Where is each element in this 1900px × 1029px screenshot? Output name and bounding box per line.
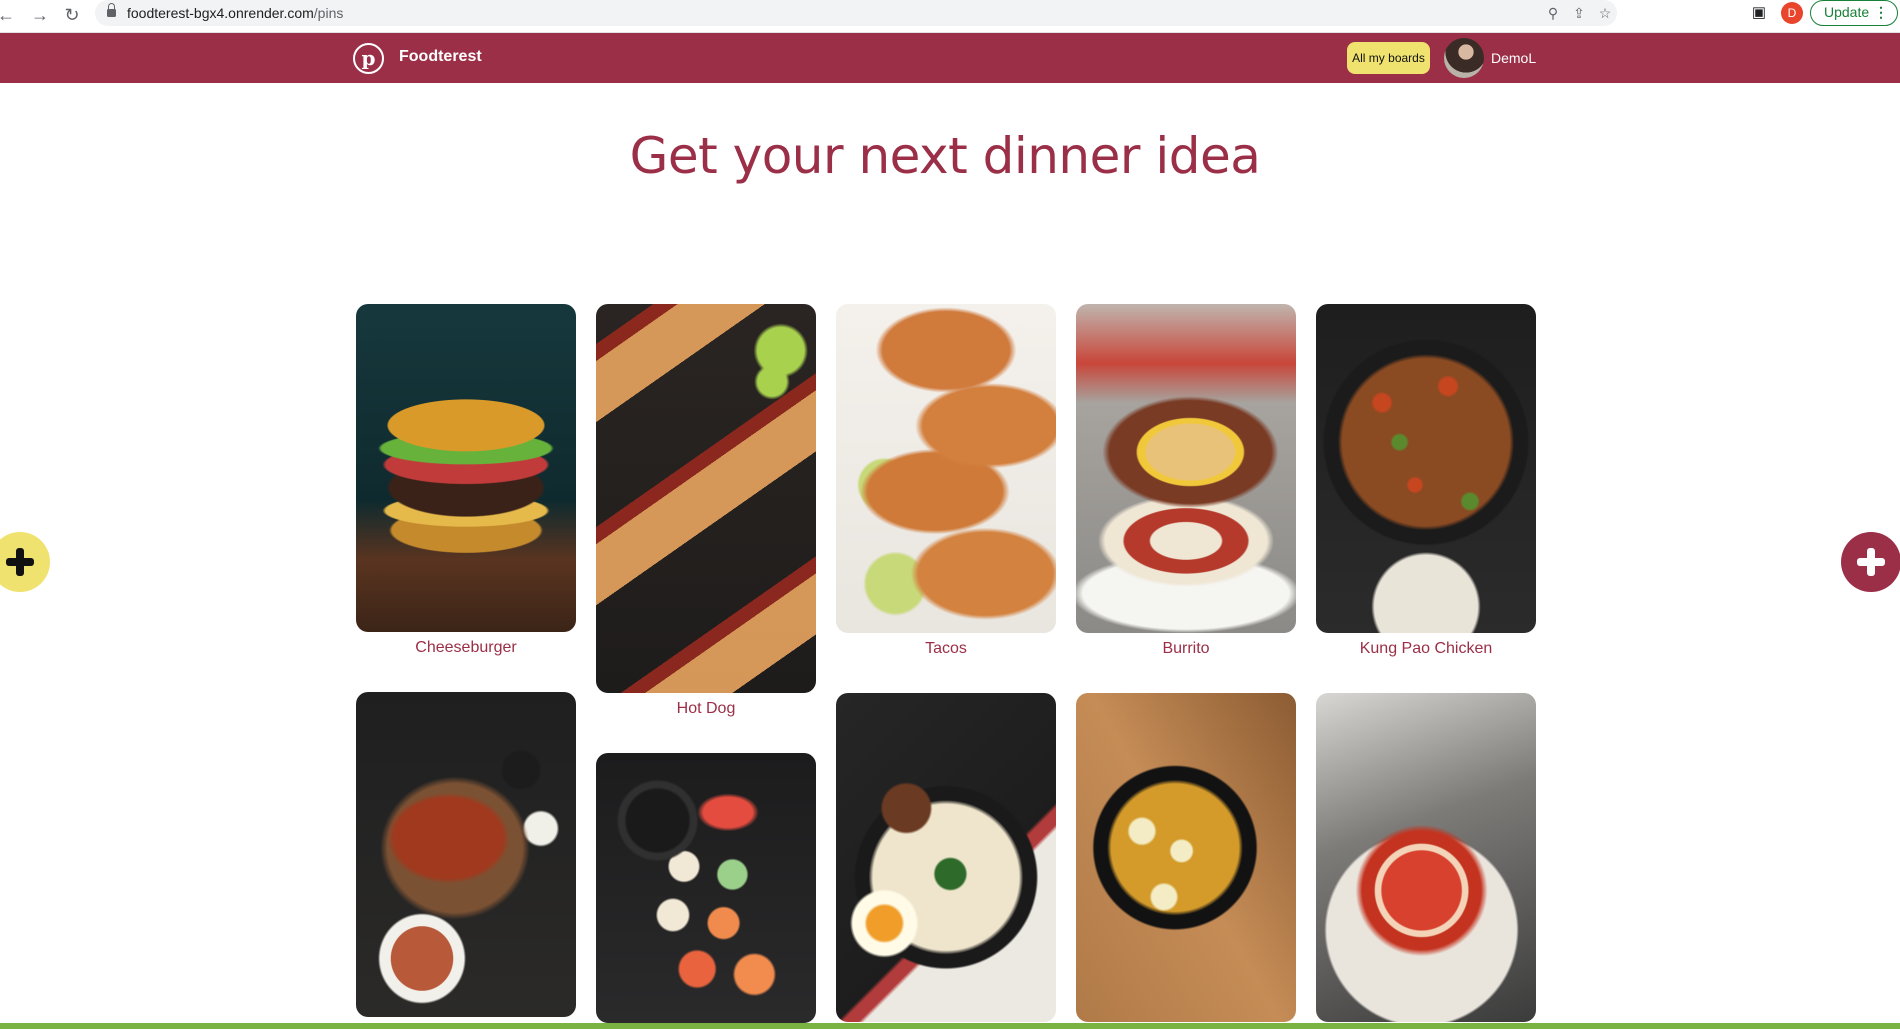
- pin-label[interactable]: Kung Pao Chicken: [1316, 640, 1536, 658]
- app-header: p Foodterest All my boards DemoL: [0, 33, 1900, 83]
- pin-label[interactable]: Cheeseburger: [356, 639, 576, 657]
- pin-image[interactable]: [596, 753, 816, 1023]
- pin-image[interactable]: [836, 693, 1056, 1022]
- pin-label[interactable]: Burrito: [1076, 640, 1296, 658]
- url-text[interactable]: foodterest-bgx4.onrender.com/pins: [127, 5, 343, 21]
- side-panel-icon[interactable]: ▣: [1748, 2, 1770, 24]
- add-board-button[interactable]: [0, 532, 50, 592]
- share-icon[interactable]: ⇪: [1569, 3, 1589, 23]
- pin-image[interactable]: [1076, 304, 1296, 633]
- pin-image[interactable]: [356, 304, 576, 632]
- pin-image[interactable]: [836, 304, 1056, 633]
- pin-label[interactable]: Hot Dog: [596, 700, 816, 718]
- pin-image[interactable]: [1076, 693, 1296, 1022]
- more-icon[interactable]: ⋮: [1874, 1, 1888, 24]
- pin-image[interactable]: [1316, 693, 1536, 1022]
- update-button[interactable]: Update ⋮: [1810, 0, 1898, 26]
- reload-icon[interactable]: ↻: [60, 3, 84, 27]
- star-icon[interactable]: ☆: [1595, 3, 1615, 23]
- avatar[interactable]: [1444, 38, 1484, 78]
- brand-name[interactable]: Foodterest: [399, 48, 482, 66]
- lock-icon[interactable]: [107, 3, 116, 18]
- address-bar[interactable]: foodterest-bgx4.onrender.com/pins ⚲ ⇪ ☆: [95, 0, 1617, 26]
- page-bottom-bar: [0, 1023, 1900, 1029]
- pin-image[interactable]: [356, 692, 576, 1017]
- add-pin-button[interactable]: [1841, 532, 1900, 592]
- back-arrow-icon[interactable]: ←: [0, 3, 18, 27]
- page-title: Get your next dinner idea: [629, 127, 1261, 185]
- all-boards-button[interactable]: All my boards: [1347, 42, 1430, 74]
- profile-avatar[interactable]: D: [1781, 2, 1803, 24]
- pinterest-logo-icon[interactable]: p: [353, 43, 384, 74]
- browser-toolbar: ← → ↻ foodterest-bgx4.onrender.com/pins …: [0, 0, 1900, 33]
- username[interactable]: DemoL: [1491, 50, 1536, 66]
- forward-arrow-icon[interactable]: →: [28, 3, 52, 27]
- pin-label[interactable]: Tacos: [836, 640, 1056, 658]
- key-icon[interactable]: ⚲: [1543, 3, 1563, 23]
- pin-image[interactable]: [596, 304, 816, 693]
- pin-image[interactable]: [1316, 304, 1536, 633]
